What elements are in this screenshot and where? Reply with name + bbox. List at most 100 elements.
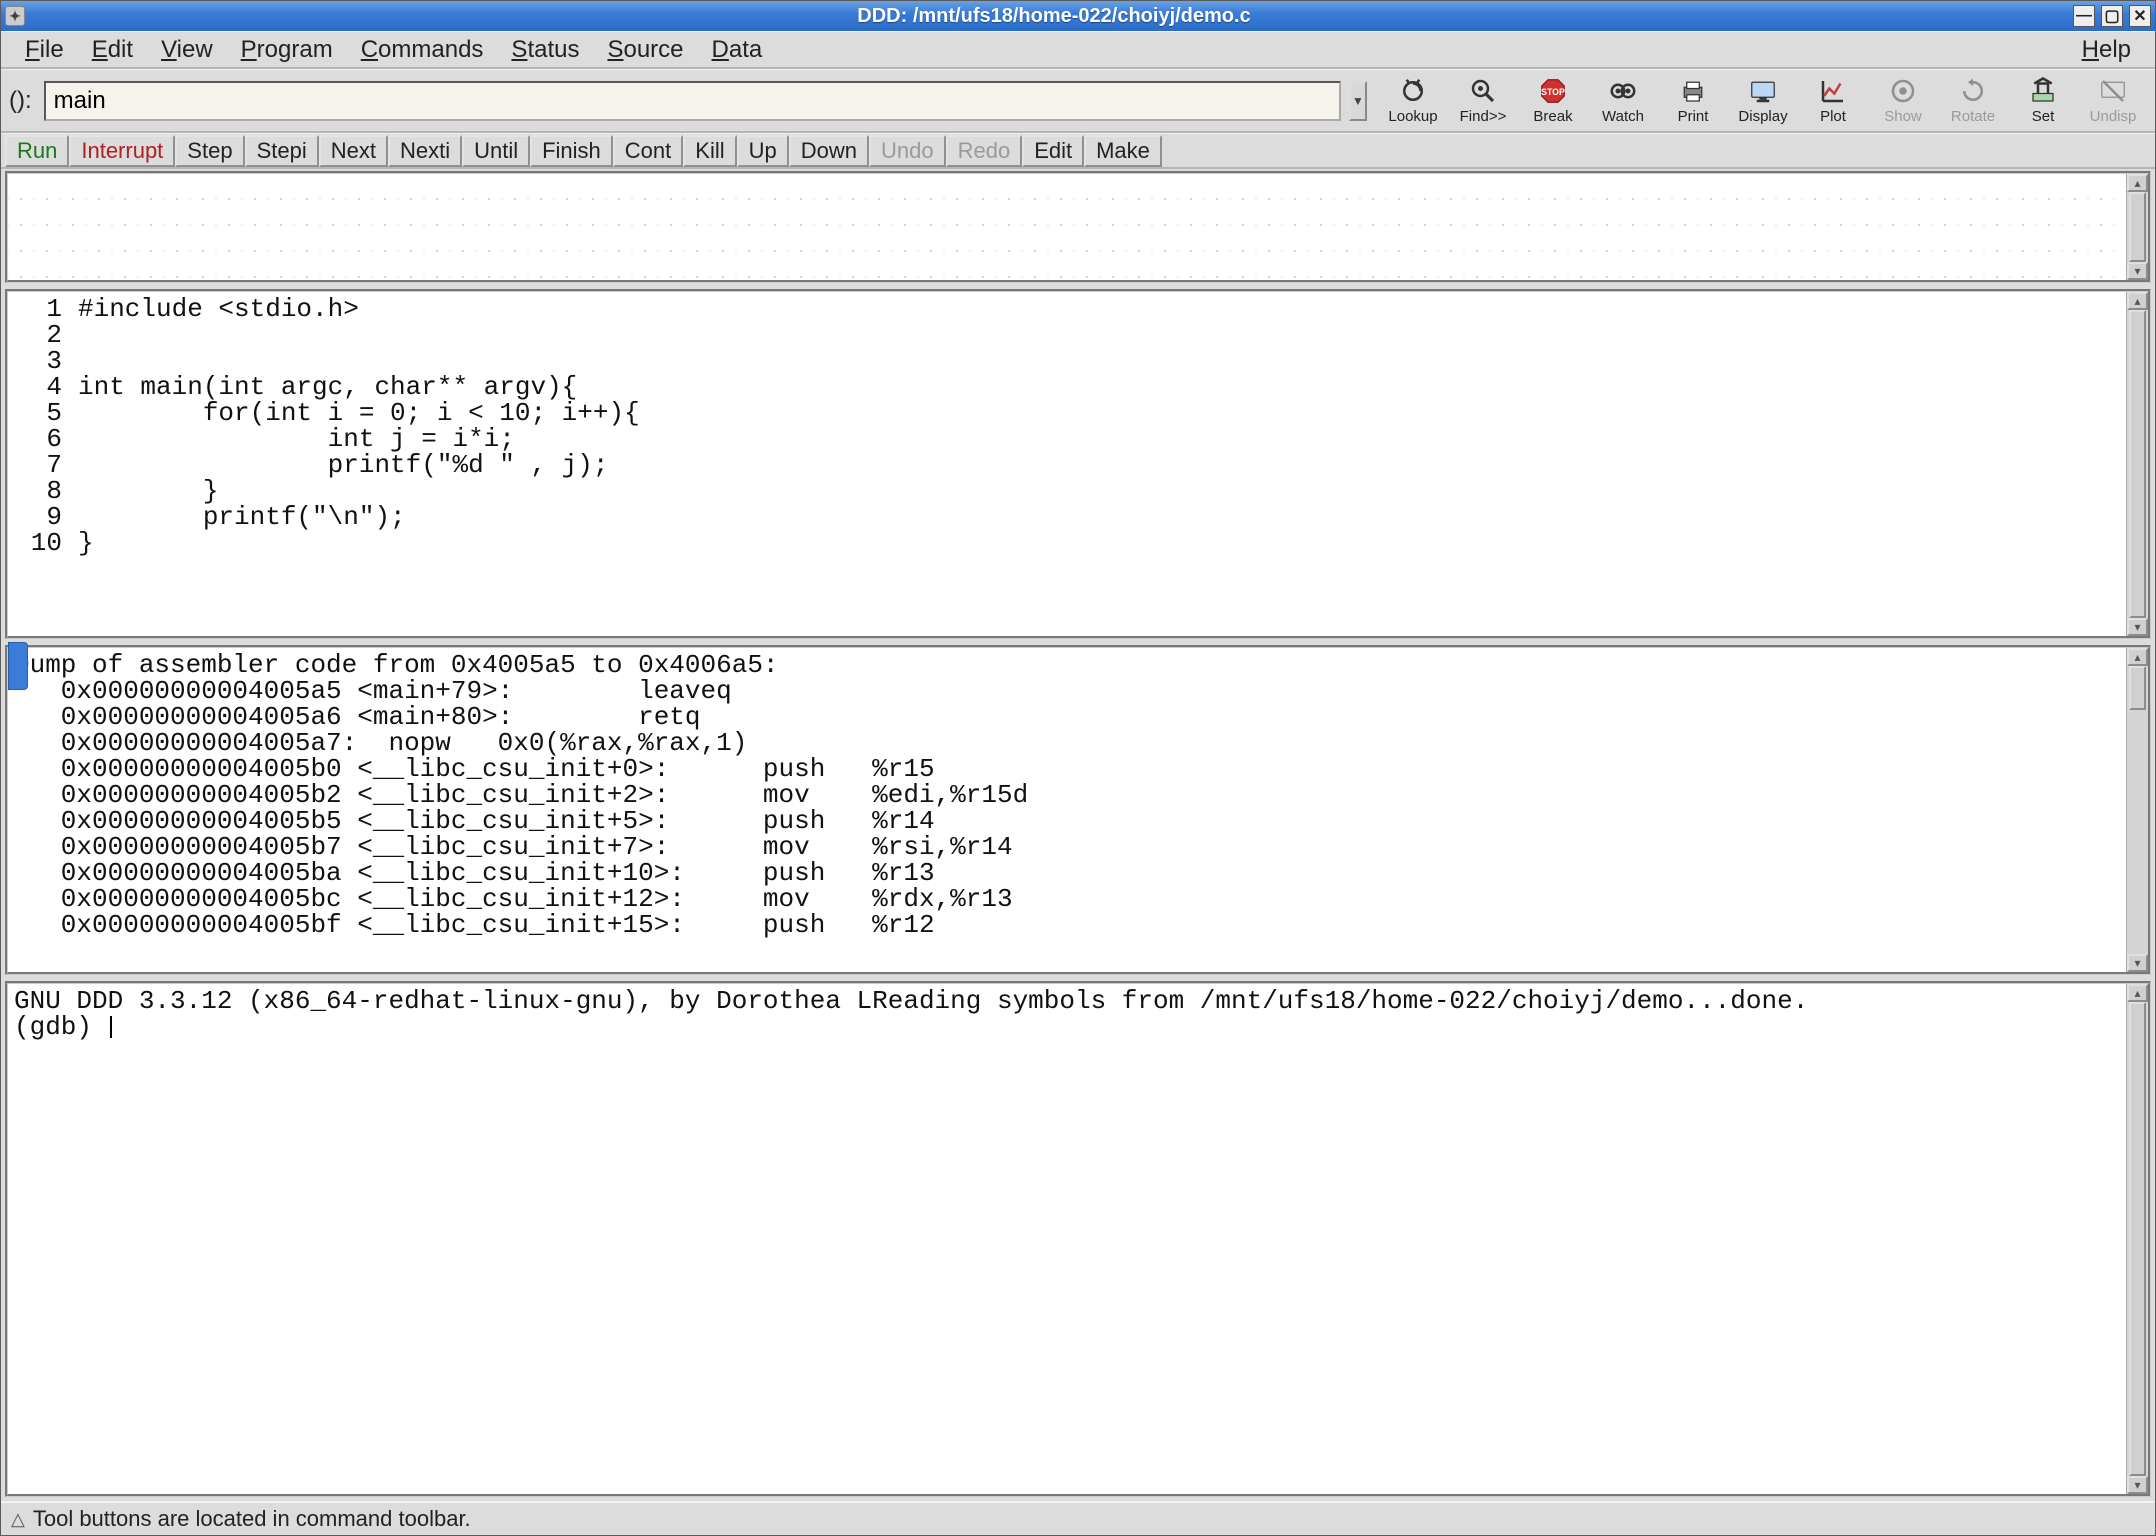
finish-button[interactable]: Finish [530, 135, 613, 167]
argument-input[interactable] [54, 87, 1331, 115]
menu-source[interactable]: Source [593, 32, 697, 68]
data-display-panel: ▴ ▾ [5, 171, 2151, 283]
set-button[interactable]: Set [2009, 73, 2077, 129]
text-cursor [110, 1016, 112, 1038]
assembly-line[interactable]: 0x00000000004005bc <__libc_csu_init+12>:… [14, 886, 2120, 912]
status-text: Tool buttons are located in command tool… [33, 1506, 471, 1532]
panel-flush-handle[interactable] [8, 642, 28, 690]
next-button[interactable]: Next [319, 135, 388, 167]
stepi-button[interactable]: Stepi [245, 135, 319, 167]
watch-icon [1608, 76, 1638, 106]
gdb-console-panel: GNU DDD 3.3.12 (x86_64-redhat-linux-gnu)… [5, 981, 2151, 1497]
line-code: printf("\n"); [78, 504, 406, 530]
data-display-scrollbar[interactable]: ▴ ▾ [2126, 174, 2148, 280]
line-number: 2 [14, 322, 78, 348]
source-line[interactable]: 8 } [14, 478, 2120, 504]
source-line[interactable]: 3 [14, 348, 2120, 374]
print-button[interactable]: Print [1659, 73, 1727, 129]
plot-label: Plot [1820, 108, 1846, 125]
find-button[interactable]: Find>> [1449, 73, 1517, 129]
line-number: 7 [14, 452, 78, 478]
lookup-icon [1398, 76, 1428, 106]
step-button[interactable]: Step [175, 135, 244, 167]
show-icon [1888, 76, 1918, 106]
command-toolbar: RunInterruptStepStepiNextNextiUntilFinis… [1, 133, 2155, 169]
app-icon: ✦ [5, 6, 25, 26]
menu-data[interactable]: Data [698, 32, 777, 68]
find-icon [1468, 76, 1498, 106]
kill-button[interactable]: Kill [683, 135, 736, 167]
source-line[interactable]: 9 printf("\n"); [14, 504, 2120, 530]
source-scrollbar[interactable]: ▴ ▾ [2126, 292, 2148, 636]
minimize-button[interactable]: — [2073, 5, 2095, 27]
titlebar[interactable]: ✦ DDD: /mnt/ufs18/home-022/choiyj/demo.c… [1, 1, 2155, 31]
assembly-line[interactable]: 0x00000000004005a6 <main+80>: retq [14, 704, 2120, 730]
until-button[interactable]: Until [462, 135, 530, 167]
assembly-line[interactable]: 0x00000000004005b5 <__libc_csu_init+5>: … [14, 808, 2120, 834]
line-number: 5 [14, 400, 78, 426]
menu-commands[interactable]: Commands [347, 32, 498, 68]
break-icon: STOP [1538, 76, 1568, 106]
source-code[interactable]: 1#include <stdio.h>234int main(int argc,… [8, 292, 2126, 636]
machine-scrollbar[interactable]: ▴ ▾ [2126, 648, 2148, 972]
line-code: for(int i = 0; i < 10; i++){ [78, 400, 640, 426]
assembly-line[interactable]: 0x00000000004005bf <__libc_csu_init+15>:… [14, 912, 2120, 938]
close-button[interactable]: ✕ [2129, 5, 2151, 27]
gdb-console[interactable]: GNU DDD 3.3.12 (x86_64-redhat-linux-gnu)… [8, 984, 2126, 1494]
nexti-button[interactable]: Nexti [388, 135, 462, 167]
display-icon [1748, 76, 1778, 106]
argument-dropdown[interactable]: ▼ [1349, 81, 1367, 121]
source-line[interactable]: 6 int j = i*i; [14, 426, 2120, 452]
print-label: Print [1678, 108, 1709, 125]
break-button[interactable]: STOP Break [1519, 73, 1587, 129]
rotate-label: Rotate [1951, 108, 1995, 125]
plot-button[interactable]: Plot [1799, 73, 1867, 129]
menu-file[interactable]: File [11, 32, 78, 68]
assembly-line[interactable]: 0x00000000004005b0 <__libc_csu_init+0>: … [14, 756, 2120, 782]
up-button[interactable]: Up [737, 135, 789, 167]
assembly-line[interactable]: 0x00000000004005b2 <__libc_csu_init+2>: … [14, 782, 2120, 808]
argument-label: (): [9, 87, 36, 115]
maximize-button[interactable]: ▢ [2101, 5, 2123, 27]
show-label: Show [1884, 108, 1922, 125]
menu-help[interactable]: Help [2068, 32, 2145, 68]
source-line[interactable]: 7 printf("%d " , j); [14, 452, 2120, 478]
display-label: Display [1738, 108, 1787, 125]
assembly-line[interactable]: 0x00000000004005a5 <main+79>: leaveq [14, 678, 2120, 704]
interrupt-button[interactable]: Interrupt [69, 135, 175, 167]
source-line[interactable]: 2 [14, 322, 2120, 348]
line-code: #include <stdio.h> [78, 296, 359, 322]
source-line[interactable]: 1#include <stdio.h> [14, 296, 2120, 322]
assembly-listing[interactable]: Dump of assembler code from 0x4005a5 to … [8, 648, 2126, 972]
line-number: 10 [14, 530, 78, 556]
source-line[interactable]: 10} [14, 530, 2120, 556]
source-panel: 1#include <stdio.h>234int main(int argc,… [5, 289, 2151, 639]
menu-status[interactable]: Status [497, 32, 593, 68]
assembly-line[interactable]: 0x00000000004005b7 <__libc_csu_init+7>: … [14, 834, 2120, 860]
edit-button[interactable]: Edit [1022, 135, 1084, 167]
cont-button[interactable]: Cont [613, 135, 683, 167]
gdb-prompt: (gdb) [14, 1012, 108, 1042]
watch-button[interactable]: Watch [1589, 73, 1657, 129]
argument-field[interactable] [44, 81, 1341, 121]
rotate-icon [1958, 76, 1988, 106]
assembly-line[interactable]: 0x00000000004005ba <__libc_csu_init+10>:… [14, 860, 2120, 886]
break-label: Break [1533, 108, 1572, 125]
source-line[interactable]: 4int main(int argc, char** argv){ [14, 374, 2120, 400]
menu-edit[interactable]: Edit [78, 32, 147, 68]
make-button[interactable]: Make [1084, 135, 1162, 167]
console-scrollbar[interactable]: ▴ ▾ [2126, 984, 2148, 1494]
assembly-line[interactable]: 0x00000000004005a7: nopw 0x0(%rax,%rax,1… [14, 730, 2120, 756]
assembly-header: Dump of assembler code from 0x4005a5 to … [14, 652, 2120, 678]
svg-text:STOP: STOP [1541, 87, 1565, 97]
down-button[interactable]: Down [789, 135, 869, 167]
find-label: Find>> [1460, 108, 1507, 125]
print-icon [1678, 76, 1708, 106]
lookup-button[interactable]: Lookup [1379, 73, 1447, 129]
display-button[interactable]: Display [1729, 73, 1797, 129]
source-line[interactable]: 5 for(int i = 0; i < 10; i++){ [14, 400, 2120, 426]
data-display-canvas[interactable] [8, 174, 2126, 280]
menu-program[interactable]: Program [227, 32, 347, 68]
menu-view[interactable]: View [147, 32, 227, 68]
run-button[interactable]: Run [5, 135, 69, 167]
